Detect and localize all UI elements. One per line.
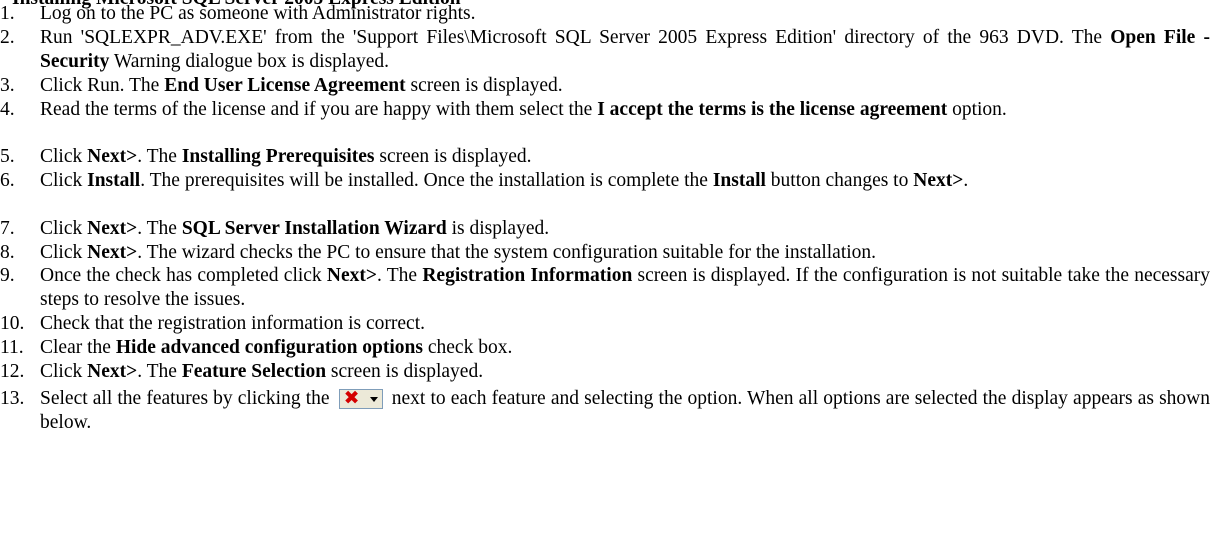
red-x-dropdown-icon: ✖ — [338, 387, 383, 409]
text-run: Warning dialogue box is displayed. — [109, 50, 390, 72]
chevron-down-icon — [369, 397, 378, 402]
text-run: Click — [40, 361, 88, 382]
step-text: Click Next>. The wizard checks the PC to… — [40, 241, 1210, 265]
bold-ui-term: Installing Prerequisites — [181, 146, 375, 167]
text-run: button changes to — [765, 170, 914, 191]
text-run: is displayed. — [446, 218, 550, 239]
text-run: Check that the registration information … — [40, 313, 426, 334]
step-text: Click Next>. The Installing Prerequisite… — [40, 145, 1210, 169]
bold-ui-term: Next> — [87, 218, 138, 239]
step-text: Clear the Hide advanced configuration op… — [40, 336, 1210, 360]
bold-ui-term: I accept the terms is the license agreem… — [597, 99, 948, 120]
step-text: Click Next>. The Feature Selection scree… — [40, 360, 1210, 384]
step-number: 1. — [0, 3, 15, 24]
step-number: 3. — [0, 75, 15, 96]
text-run: check box. — [422, 337, 513, 358]
step-number: 5. — [0, 146, 15, 167]
step-number: 4. — [0, 99, 15, 120]
bold-ui-term: Install — [87, 170, 141, 191]
text-run: . The — [137, 361, 182, 382]
text-run: Click — [40, 170, 88, 191]
step-text: Run 'SQLEXPR_ADV.EXE' from the 'Support … — [40, 26, 1210, 73]
text-run: . The — [137, 146, 182, 167]
text-run: screen is displayed. — [326, 361, 484, 382]
red-x-icon: ✖ — [343, 387, 360, 409]
text-run: Click — [40, 146, 88, 167]
step-number: 7. — [0, 218, 15, 239]
text-run: . The prerequisites will be installed. O… — [140, 170, 713, 191]
text-run: screen is displayed. — [405, 75, 563, 96]
step-number: 8. — [0, 242, 15, 263]
text-run: Click Run. The — [40, 75, 165, 96]
text-run: Read the terms of the license and if you… — [40, 99, 598, 120]
bold-ui-term: Next> — [326, 265, 378, 286]
text-run: option. — [947, 99, 1007, 120]
text-run: . The wizard checks the PC to ensure tha… — [137, 242, 877, 263]
text-run: Once the check has completed click — [40, 265, 327, 286]
bold-ui-term: SQL Server Installation Wizard — [181, 218, 447, 239]
text-run: Log on to the PC as someone with Adminis… — [40, 3, 476, 24]
text-run: Select all the features by clicking the — [40, 388, 335, 409]
document-page: Installing Microsoft SQL Server 2005 Exp… — [0, 0, 1218, 560]
bold-ui-term: Next> — [913, 170, 964, 191]
text-run: screen is displayed. — [374, 146, 532, 167]
step-number: 11. — [0, 337, 24, 358]
bold-ui-term: Next> — [87, 242, 138, 263]
step-text: Click Install. The prerequisites will be… — [40, 169, 1210, 193]
bold-ui-term: Next> — [87, 146, 138, 167]
text-run: . The — [137, 218, 182, 239]
text-run: Click — [40, 218, 88, 239]
step-number: 13. — [0, 388, 25, 409]
step-text: Once the check has completed click Next>… — [40, 264, 1210, 311]
step-text: Read the terms of the license and if you… — [40, 98, 1210, 122]
step-number: 9. — [0, 265, 15, 286]
bold-ui-term: Next> — [87, 361, 138, 382]
step-text: Select all the features by clicking the … — [40, 387, 1210, 434]
step-number: 10. — [0, 313, 25, 334]
bold-ui-term: End User License Agreement — [164, 75, 406, 96]
step-number: 2. — [0, 27, 15, 48]
step-number: 6. — [0, 170, 15, 191]
bold-ui-term: Feature Selection — [181, 361, 327, 382]
text-run: . The — [377, 265, 423, 286]
step-text: Check that the registration information … — [40, 312, 1210, 336]
bold-ui-term: Hide advanced configuration options — [115, 337, 423, 358]
bold-ui-term: Registration Information — [422, 265, 633, 286]
bold-ui-term: Install — [712, 170, 766, 191]
text-run: . — [963, 170, 969, 191]
step-text: Log on to the PC as someone with Adminis… — [40, 2, 1210, 26]
text-run: Click — [40, 242, 88, 263]
step-text: Click Next>. The SQL Server Installation… — [40, 217, 1210, 241]
step-text: Click Run. The End User License Agreemen… — [40, 74, 1210, 98]
text-run: Run 'SQLEXPR_ADV.EXE' from the 'Support … — [40, 27, 1111, 48]
text-run: Clear the — [40, 337, 116, 358]
step-number: 12. — [0, 361, 25, 382]
